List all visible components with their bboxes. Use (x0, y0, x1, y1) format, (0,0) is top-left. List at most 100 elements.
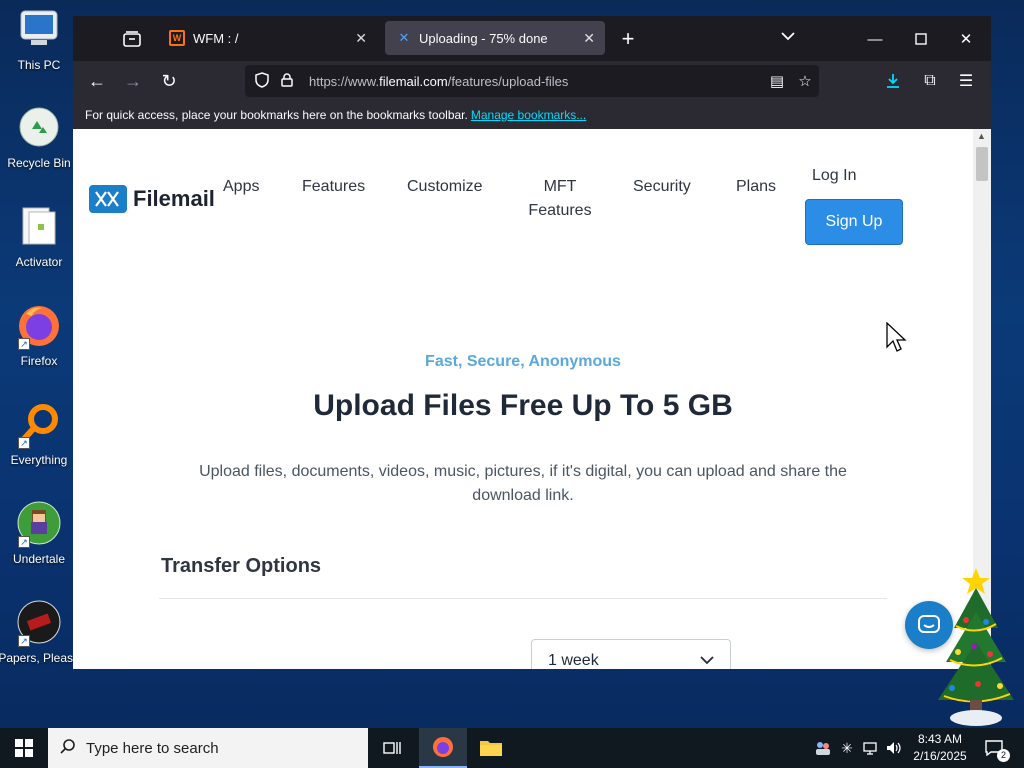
tab-title: WFM : / (193, 30, 239, 46)
search-icon (60, 738, 76, 759)
clock-date: 2/16/2025 (913, 749, 967, 763)
desktop-icon-everything[interactable]: ↗ Everything (0, 401, 78, 467)
url-bar[interactable]: https://www.filemail.com/features/upload… (245, 65, 819, 97)
nav-mft-line1: MFT (543, 178, 577, 195)
tab-wfm[interactable]: W WFM : / ✕ (159, 21, 377, 55)
game-icon: ↗ (16, 599, 62, 647)
search-placeholder: Type here to search (86, 739, 219, 757)
desktop-icon-label: Papers, Please (0, 651, 80, 665)
file-icon (16, 203, 62, 249)
nav-security[interactable]: Security (633, 175, 691, 199)
section-divider (159, 598, 887, 599)
lock-icon[interactable] (281, 72, 297, 90)
christmas-tree-decoration (928, 566, 1020, 728)
search-app-icon: ↗ (16, 401, 62, 449)
expiry-select[interactable]: 1 week (531, 639, 731, 669)
url-text[interactable]: https://www.filemail.com/features/upload… (309, 74, 763, 89)
sparkle-tray-icon[interactable]: ✳ (837, 738, 857, 758)
desktop-icon-label: Undertale (12, 552, 66, 566)
desktop-icon-label: Everything (10, 453, 68, 467)
close-tab-icon[interactable]: ✕ (355, 30, 367, 47)
windows-start-icon[interactable] (0, 728, 48, 768)
tab-title: Uploading - 75% done (419, 30, 548, 46)
desktop-icon-label: Activator (15, 255, 63, 269)
action-center-icon[interactable]: 2 (982, 736, 1010, 762)
url-domain: filemail.com (379, 73, 448, 89)
reload-icon[interactable]: ↻ (157, 69, 181, 93)
people-tray-icon[interactable] (813, 738, 833, 758)
scrollbar-thumb[interactable] (976, 147, 988, 181)
chevron-down-icon[interactable] (781, 28, 795, 44)
taskbar: Type here to search ✳ 8:43 AM 2/16/2025 … (0, 728, 1024, 768)
minimize-icon[interactable]: — (860, 24, 890, 54)
filemail-logo[interactable]: Filemail (89, 185, 215, 213)
computer-icon (16, 6, 62, 52)
taskbar-firefox-icon[interactable] (419, 728, 467, 768)
logo-text: Filemail (133, 186, 215, 211)
extensions-icon[interactable]: ⧉ (918, 69, 942, 93)
clock-time: 8:43 AM (917, 732, 963, 746)
list-all-tabs-icon[interactable] (121, 28, 143, 50)
hero-eyebrow: Fast, Secure, Anonymous (425, 353, 621, 370)
nav-apps[interactable]: Apps (223, 175, 259, 199)
shortcut-arrow-icon: ↗ (18, 536, 30, 548)
desktop-icon-undertale[interactable]: ↗ Undertale (0, 500, 78, 566)
nav-customize[interactable]: Customize (407, 175, 483, 199)
desktop-icon-recycle-bin[interactable]: Recycle Bin (0, 104, 78, 170)
shortcut-arrow-icon: ↗ (18, 437, 30, 449)
wfm-favicon-icon: W (169, 30, 185, 46)
desktop-icon-firefox[interactable]: ↗ Firefox (0, 302, 78, 368)
desktop-icon-this-pc[interactable]: This PC (0, 6, 78, 72)
transfer-options-title: Transfer Options (161, 555, 322, 577)
shortcut-arrow-icon: ↗ (18, 635, 30, 647)
nav-plans[interactable]: Plans (736, 175, 776, 199)
forward-arrow-icon[interactable]: → (121, 69, 145, 93)
login-link[interactable]: Log In (812, 164, 856, 188)
recycle-bin-icon (16, 104, 62, 150)
desktop-icon-papers-please[interactable]: ↗ Papers, Please (0, 599, 80, 665)
close-window-icon[interactable]: ✕ (951, 24, 981, 54)
desktop-icon-label: Recycle Bin (7, 156, 71, 170)
new-tab-icon[interactable]: + (617, 26, 639, 52)
desktop-icon-label: Firefox (20, 354, 58, 368)
task-view-icon[interactable] (368, 728, 416, 768)
browser-window: W WFM : / ✕ ✕ Uploading - 75% done ✕ + —… (73, 16, 991, 669)
url-path: /features/upload-files (447, 73, 569, 89)
nav-mft-line2: Features (528, 202, 592, 219)
url-prefix: https://www. (309, 73, 380, 89)
nav-features[interactable]: Features (302, 175, 365, 199)
hero-subtext: Upload files, documents, videos, music, … (199, 463, 847, 504)
taskbar-file-explorer-icon[interactable] (467, 728, 515, 768)
network-icon[interactable] (861, 738, 881, 758)
bookmark-star-icon[interactable]: ☆ (791, 72, 819, 90)
navigation-toolbar: ← → ↻ https://www.filemail.com/features/… (73, 61, 991, 101)
web-page: Filemail Apps Features Customize MFT Fea… (73, 129, 973, 669)
downloads-icon[interactable] (881, 69, 905, 93)
signup-button[interactable]: Sign Up (805, 199, 903, 245)
filemail-favicon-icon: ✕ (398, 30, 410, 45)
back-arrow-icon[interactable]: ← (85, 69, 109, 93)
bookmarks-toolbar: For quick access, place your bookmarks h… (73, 101, 991, 129)
desktop-icon-label: This PC (17, 58, 61, 72)
shield-icon[interactable] (255, 71, 271, 91)
hero-headline: Upload Files Free Up To 5 GB (313, 389, 733, 422)
reader-view-icon[interactable]: ▤ (763, 72, 791, 90)
close-tab-icon[interactable]: ✕ (583, 30, 595, 47)
scroll-up-icon[interactable]: ▲ (977, 131, 986, 141)
manage-bookmarks-link[interactable]: Manage bookmarks... (471, 108, 586, 122)
shortcut-arrow-icon: ↗ (18, 338, 30, 350)
taskbar-search-box[interactable]: Type here to search (48, 728, 368, 768)
bookmarks-message: For quick access, place your bookmarks h… (85, 108, 468, 122)
desktop-icon-activator[interactable]: Activator (0, 203, 78, 269)
nav-mft-features[interactable]: MFT Features (525, 175, 595, 223)
menu-hamburger-icon[interactable]: ☰ (954, 69, 978, 93)
tab-strip: W WFM : / ✕ ✕ Uploading - 75% done ✕ + —… (73, 16, 991, 61)
filemail-logo-icon (89, 185, 127, 213)
game-icon: ↗ (16, 500, 62, 548)
expiry-select-value: 1 week (548, 652, 599, 669)
system-clock[interactable]: 8:43 AM 2/16/2025 (906, 731, 974, 765)
volume-icon[interactable] (884, 738, 904, 758)
maximize-icon[interactable] (906, 24, 936, 54)
firefox-icon: ↗ (16, 302, 62, 350)
tab-uploading[interactable]: ✕ Uploading - 75% done ✕ (385, 21, 605, 55)
